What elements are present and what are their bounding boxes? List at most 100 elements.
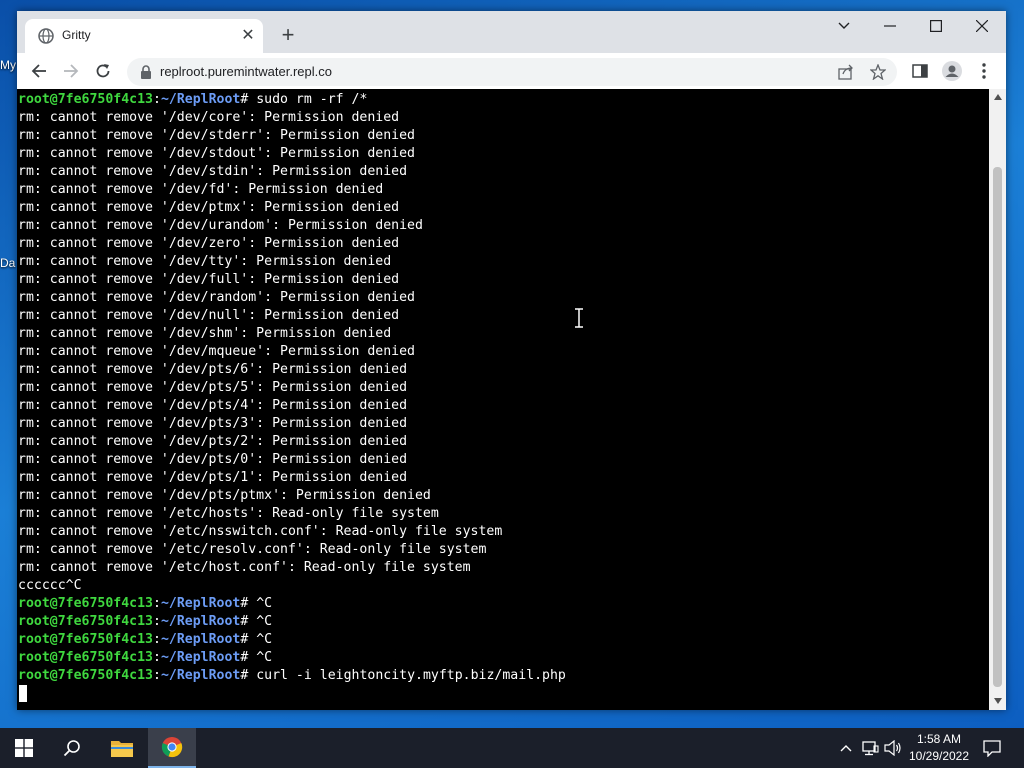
back-icon[interactable] <box>25 57 53 85</box>
terminal-output-line: rm: cannot remove '/dev/stdin': Permissi… <box>18 164 408 179</box>
close-tab-icon[interactable]: ✕ <box>239 27 257 45</box>
file-explorer-icon[interactable] <box>98 728 146 768</box>
prompt-user: root@7fe6750f4c13 <box>18 92 153 107</box>
terminal-output-line: rm: cannot remove '/dev/null': Permissio… <box>18 308 400 323</box>
prompt-path: ~/ReplRoot <box>160 632 241 647</box>
chevron-down-icon[interactable] <box>821 11 867 41</box>
prompt-symbol: # <box>240 596 257 611</box>
address-bar[interactable]: replroot.puremintwater.repl.co <box>127 58 897 86</box>
scroll-thumb[interactable] <box>993 167 1002 687</box>
scroll-up-icon[interactable] <box>994 94 1002 100</box>
terminal-output-line: rm: cannot remove '/etc/nsswitch.conf': … <box>18 524 503 539</box>
command-text: sudo rm -rf /* <box>256 92 368 107</box>
terminal[interactable]: root@7fe6750f4c13:~/ReplRoot# sudo rm -r… <box>17 89 989 710</box>
prompt-symbol: # <box>240 650 257 665</box>
terminal-command-line: root@7fe6750f4c13:~/ReplRoot# ^C <box>18 613 272 631</box>
terminal-output-line: rm: cannot remove '/dev/pts/5': Permissi… <box>18 380 408 395</box>
prompt-path: ~/ReplRoot <box>160 668 241 683</box>
terminal-output-line: rm: cannot remove '/dev/mqueue': Permiss… <box>18 344 415 359</box>
browser-toolbar: replroot.puremintwater.repl.co <box>17 53 1006 89</box>
prompt-user: root@7fe6750f4c13 <box>18 596 153 611</box>
terminal-output-line: rm: cannot remove '/dev/full': Permissio… <box>18 272 400 287</box>
terminal-output-line: rm: cannot remove '/dev/urandom': Permis… <box>18 218 423 233</box>
prompt-symbol: # <box>240 668 257 683</box>
network-icon[interactable] <box>860 738 880 758</box>
desktop-icon-label[interactable]: My <box>0 58 16 72</box>
terminal-command-line: root@7fe6750f4c13:~/ReplRoot# ^C <box>18 649 272 667</box>
taskbar: 1:58 AM 10/29/2022 <box>0 728 1024 768</box>
new-tab-icon[interactable]: + <box>275 24 301 50</box>
terminal-command-line: root@7fe6750f4c13:~/ReplRoot# curl -i le… <box>18 667 566 685</box>
command-text: ^C <box>256 632 273 647</box>
search-icon[interactable] <box>48 728 96 768</box>
prompt-user: root@7fe6750f4c13 <box>18 614 153 629</box>
minimize-icon[interactable] <box>867 11 913 41</box>
text-cursor-icon <box>575 308 583 328</box>
windows-start-icon[interactable] <box>0 728 48 768</box>
scroll-down-icon[interactable] <box>994 698 1002 704</box>
terminal-output-line: rm: cannot remove '/dev/core': Permissio… <box>18 110 400 125</box>
prompt-symbol: # <box>240 614 257 629</box>
prompt-path: ~/ReplRoot <box>160 650 241 665</box>
tab-strip: Gritty ✕ + <box>17 11 1006 53</box>
url-text[interactable]: replroot.puremintwater.repl.co <box>160 64 332 79</box>
clock-time: 1:58 AM <box>916 732 962 746</box>
terminal-output-line: rm: cannot remove '/etc/host.conf': Read… <box>18 560 471 575</box>
terminal-output-line: rm: cannot remove '/dev/pts/1': Permissi… <box>18 470 408 485</box>
close-window-icon[interactable] <box>959 11 1005 41</box>
terminal-command-line: root@7fe6750f4c13:~/ReplRoot# ^C <box>18 631 272 649</box>
profile-avatar-icon[interactable] <box>938 57 966 85</box>
terminal-command-line: root@7fe6750f4c13:~/ReplRoot# ^C <box>18 595 272 613</box>
chevron-up-icon[interactable] <box>836 738 856 758</box>
terminal-output-line: rm: cannot remove '/dev/pts/3': Permissi… <box>18 416 408 431</box>
terminal-command-line: root@7fe6750f4c13:~/ReplRoot# sudo rm -r… <box>18 91 367 109</box>
terminal-output-line: rm: cannot remove '/dev/stderr': Permiss… <box>18 128 415 143</box>
side-panel-icon[interactable] <box>906 57 934 85</box>
terminal-output-line: rm: cannot remove '/dev/ptmx': Permissio… <box>18 200 400 215</box>
terminal-cursor <box>19 685 27 702</box>
terminal-output-line: rm: cannot remove '/etc/hosts': Read-onl… <box>18 506 439 521</box>
terminal-scrollbar[interactable] <box>989 89 1006 710</box>
terminal-output-line: rm: cannot remove '/dev/pts/0': Permissi… <box>18 452 408 467</box>
terminal-output-line: rm: cannot remove '/dev/pts/2': Permissi… <box>18 434 408 449</box>
globe-icon <box>38 28 54 44</box>
terminal-output-line: rm: cannot remove '/dev/pts/ptmx': Permi… <box>18 488 431 503</box>
share-icon[interactable] <box>837 63 855 81</box>
terminal-output-line: rm: cannot remove '/dev/fd': Permission … <box>18 182 384 197</box>
prompt-separator: : <box>152 668 161 683</box>
prompt-separator: : <box>152 650 161 665</box>
terminal-output-line: rm: cannot remove '/dev/pts/6': Permissi… <box>18 362 408 377</box>
prompt-path: ~/ReplRoot <box>160 614 241 629</box>
command-text: curl -i leightoncity.myftp.biz/mail.php <box>256 668 566 683</box>
prompt-path: ~/ReplRoot <box>160 92 241 107</box>
maximize-icon[interactable] <box>913 11 959 41</box>
terminal-output-line: cccccc^C <box>18 578 82 593</box>
prompt-separator: : <box>152 92 161 107</box>
prompt-separator: : <box>152 614 161 629</box>
prompt-symbol: # <box>240 92 257 107</box>
forward-icon[interactable] <box>57 57 85 85</box>
command-text: ^C <box>256 596 273 611</box>
prompt-path: ~/ReplRoot <box>160 596 241 611</box>
terminal-output-line: rm: cannot remove '/dev/random': Permiss… <box>18 290 415 305</box>
prompt-user: root@7fe6750f4c13 <box>18 668 153 683</box>
menu-icon[interactable] <box>970 57 998 85</box>
bookmark-star-icon[interactable] <box>869 63 887 81</box>
prompt-symbol: # <box>240 632 257 647</box>
notifications-icon[interactable] <box>982 738 1002 758</box>
tab-gritty[interactable]: Gritty ✕ <box>25 19 263 53</box>
command-text: ^C <box>256 614 273 629</box>
chrome-taskbar-icon[interactable] <box>148 728 196 768</box>
lock-icon[interactable] <box>139 65 153 79</box>
terminal-output-line: rm: cannot remove '/etc/resolv.conf': Re… <box>18 542 487 557</box>
desktop-icon-label[interactable]: Da <box>0 256 15 270</box>
reload-icon[interactable] <box>89 57 117 85</box>
tab-title: Gritty <box>62 28 91 42</box>
prompt-user: root@7fe6750f4c13 <box>18 632 153 647</box>
prompt-separator: : <box>152 596 161 611</box>
terminal-output-line: rm: cannot remove '/dev/zero': Permissio… <box>18 236 400 251</box>
taskbar-clock[interactable]: 1:58 AM 10/29/2022 <box>900 731 978 765</box>
clock-date: 10/29/2022 <box>908 749 970 763</box>
browser-window: Gritty ✕ + replroot.puremintwater.repl.c… <box>17 11 1006 710</box>
terminal-output-line: rm: cannot remove '/dev/tty': Permission… <box>18 254 392 269</box>
